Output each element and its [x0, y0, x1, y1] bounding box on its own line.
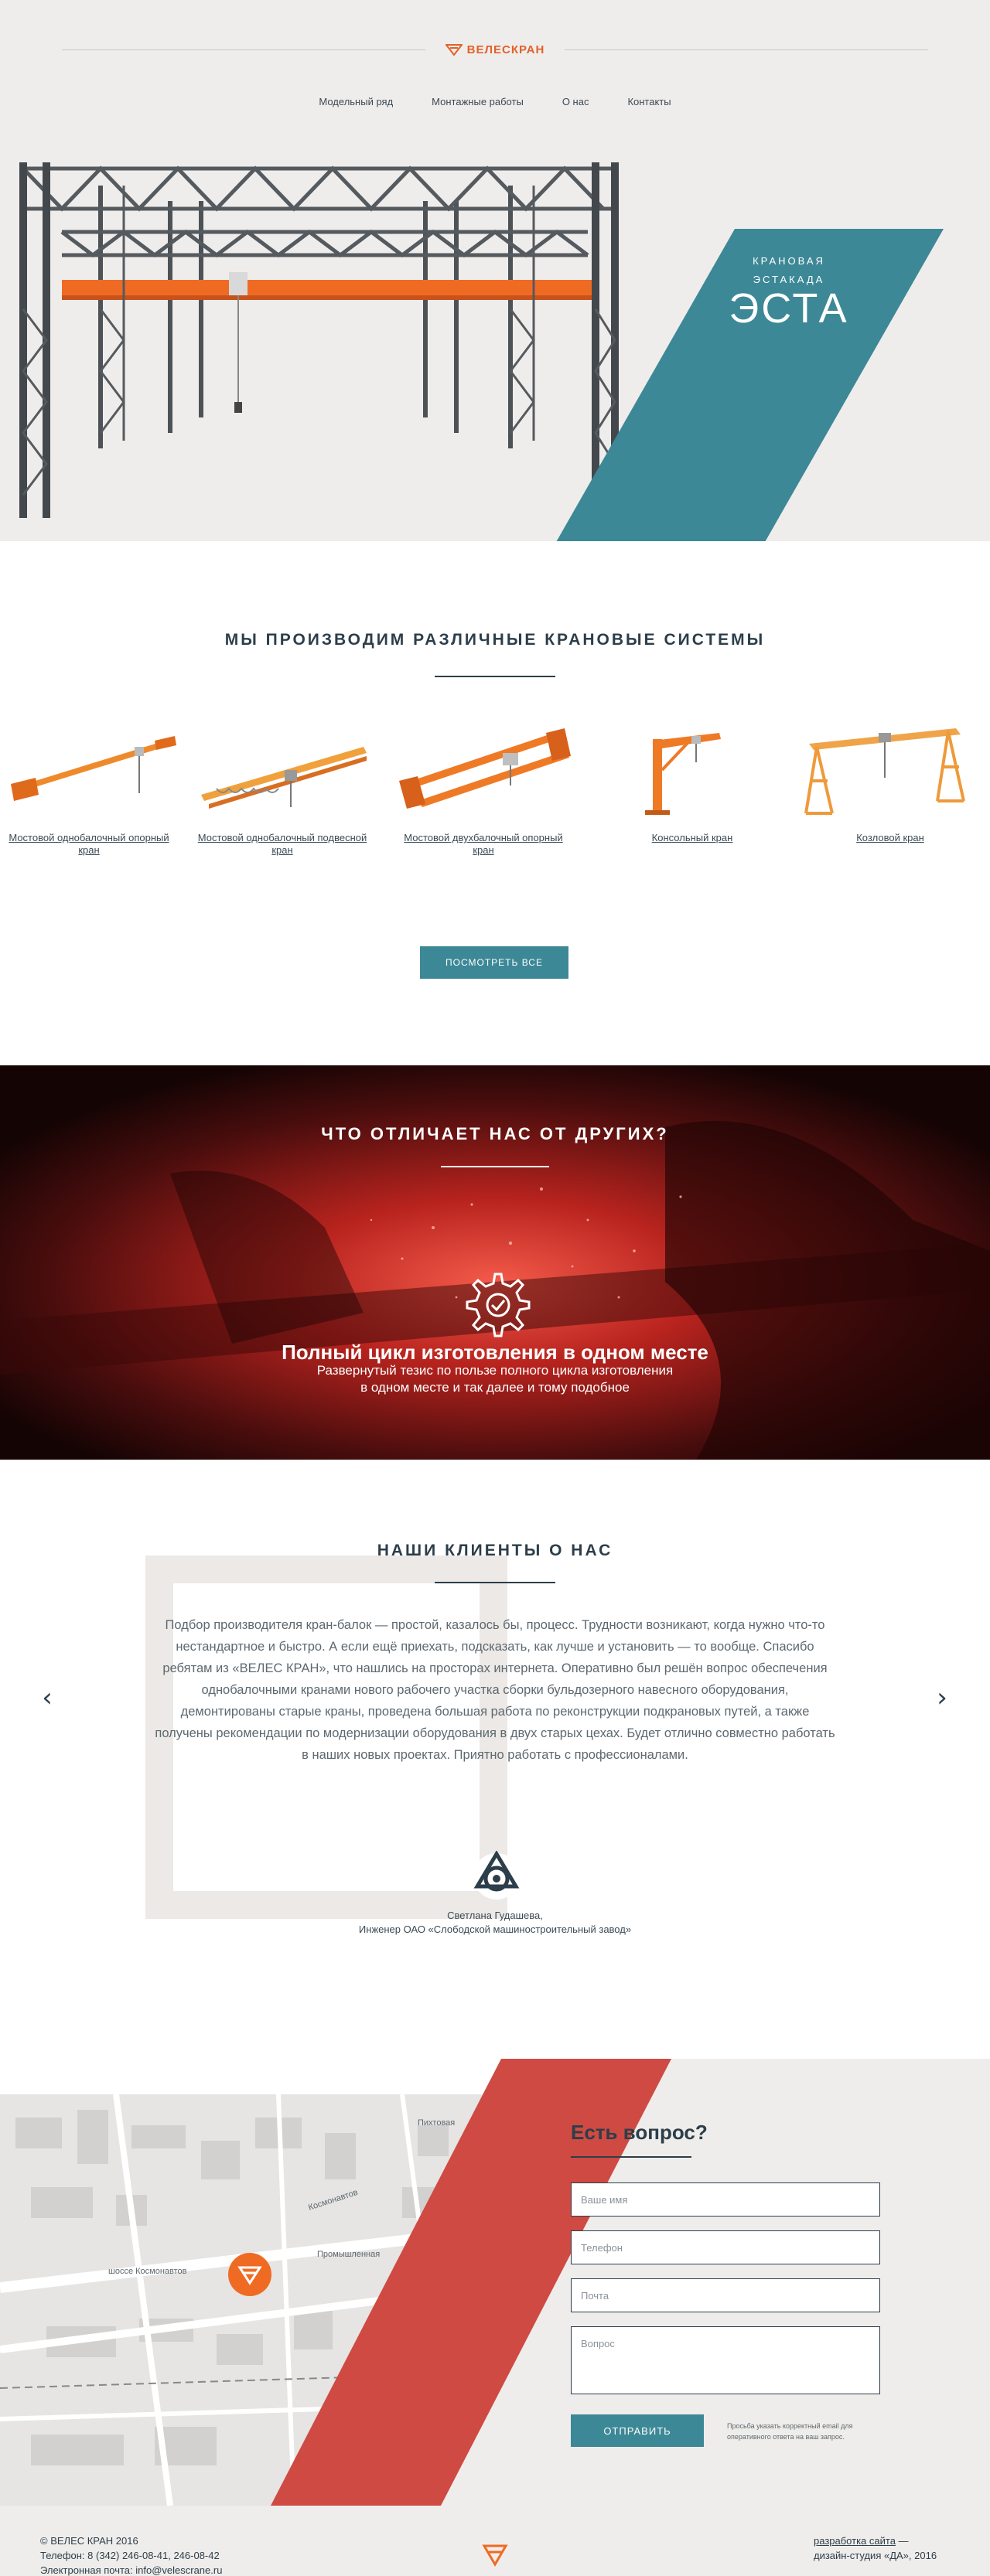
product-label: Мостовой однобалочный опорный кран [9, 832, 169, 856]
phone-input[interactable] [571, 2230, 880, 2264]
clients-section: Наши клиенты о нас ‹ › Подбор производит… [0, 1460, 990, 2059]
logo-text: ВЕЛЕСКРАН [466, 43, 545, 56]
email-input[interactable] [571, 2278, 880, 2312]
clients-title-underline [435, 1582, 555, 1583]
hero-section: ВЕЛЕСКРАН Модельный ряд Монтажные работы… [0, 0, 990, 541]
contact-title-underline [571, 2156, 691, 2158]
main-nav: Модельный ряд Монтажные работы О нас Кон… [0, 96, 990, 107]
studio-credit: дизайн-студия «ДА», 2016 [814, 2550, 937, 2561]
product-label: Мостовой однобалочный подвесной кран [197, 832, 367, 856]
products-title-underline [435, 676, 555, 677]
footer-contacts: © ВЕЛЕС КРАН 2016 Телефон: 8 (342) 246-0… [40, 2533, 222, 2576]
gantry-crane-icon [804, 728, 965, 815]
testimonial-next-arrow[interactable]: › [930, 1682, 954, 1713]
contact-form-title: Есть вопрос? [571, 2121, 708, 2144]
difference-section: Что отличает нас от других? Полный цикл … [0, 1065, 990, 1460]
contact-section: шоссе Космонавтов Космонавтов Пихтовая П… [0, 2059, 990, 2506]
product-label: Мостовой двухбалочный опорный кран [404, 832, 563, 856]
testimonial-author: Светлана Гудашева, [447, 1910, 543, 1921]
products-section: Мы производим различные крановые системы… [0, 541, 990, 1065]
question-textarea[interactable] [571, 2326, 880, 2394]
single-girder-crane-icon [11, 736, 176, 801]
product-list: Мостовой однобалочный опорный кран Мосто… [0, 724, 990, 901]
nav-installation[interactable]: Монтажные работы [432, 96, 524, 107]
nav-models[interactable]: Модельный ряд [319, 96, 393, 107]
developer-link[interactable]: разработка сайта [814, 2535, 896, 2547]
product-card[interactable]: Мостовой однобалочный опорный кран [0, 724, 178, 857]
clients-title: Наши клиенты о нас [377, 1542, 613, 1559]
product-card[interactable]: Консольный кран [603, 724, 781, 844]
footer-email: Электронная почта: info@velescrane.ru [40, 2564, 223, 2576]
name-input[interactable] [571, 2182, 880, 2217]
testimonial-position: Инженер ОАО «Слободской машиностроительн… [358, 1923, 632, 1935]
client-logo-icon [473, 1851, 520, 1900]
footer-phone: Телефон: 8 (342) 246-08-41, 246-08-42 [40, 2550, 220, 2561]
view-all-button[interactable]: ПОСМОТРЕТЬ ВСЕ [420, 946, 568, 979]
product-label: Козловой кран [856, 832, 924, 843]
suspended-crane-icon [201, 747, 367, 809]
product-card[interactable]: Мостовой однобалочный подвесной кран [193, 724, 371, 857]
site-footer: © ВЕЛЕС КРАН 2016 Телефон: 8 (342) 246-0… [0, 2506, 990, 2576]
footer-credits: разработка сайта — дизайн-студия «ДА», 2… [814, 2533, 953, 2563]
jib-crane-icon [645, 733, 721, 815]
header-divider-right [565, 49, 928, 50]
header-divider-left [62, 49, 425, 50]
double-girder-crane-icon [399, 728, 571, 809]
form-note: Просьба указать корректный email для опе… [727, 2422, 853, 2441]
submit-button[interactable]: ОТПРАВИТЬ [571, 2414, 704, 2447]
map-marker-icon[interactable] [227, 2252, 272, 2297]
nav-contacts[interactable]: Контакты [627, 96, 671, 107]
difference-title-underline [441, 1166, 549, 1167]
hero-title: ЭСТА [729, 285, 849, 332]
testimonial-quote: Подбор производителя кран-балок — просто… [155, 1618, 835, 1762]
logo-icon [445, 44, 463, 56]
products-title: Мы производим различные крановые системы [224, 631, 766, 649]
site-logo[interactable]: ВЕЛЕСКРАН [433, 39, 557, 60]
footer-logo-icon[interactable] [481, 2541, 509, 2569]
difference-text: Развернутый тезис по пользе полного цикл… [316, 1363, 674, 1395]
hero-subtitle: КРАНОВАЯ ЭСТАКАДА [753, 255, 825, 285]
product-label: Консольный кран [651, 832, 733, 843]
difference-heading: Полный цикл изготовления в одном месте [282, 1341, 708, 1364]
footer-copyright: © ВЕЛЕС КРАН 2016 [40, 2535, 138, 2547]
hero-teal-band [556, 229, 944, 541]
nav-about[interactable]: О нас [562, 96, 589, 107]
gear-cycle-icon [466, 1273, 531, 1337]
difference-title: Что отличает нас от других? [321, 1124, 669, 1143]
product-card[interactable]: Козловой кран [801, 724, 979, 844]
testimonial-prev-arrow[interactable]: ‹ [36, 1682, 59, 1713]
product-card[interactable]: Мостовой двухбалочный опорный кран [394, 724, 572, 857]
